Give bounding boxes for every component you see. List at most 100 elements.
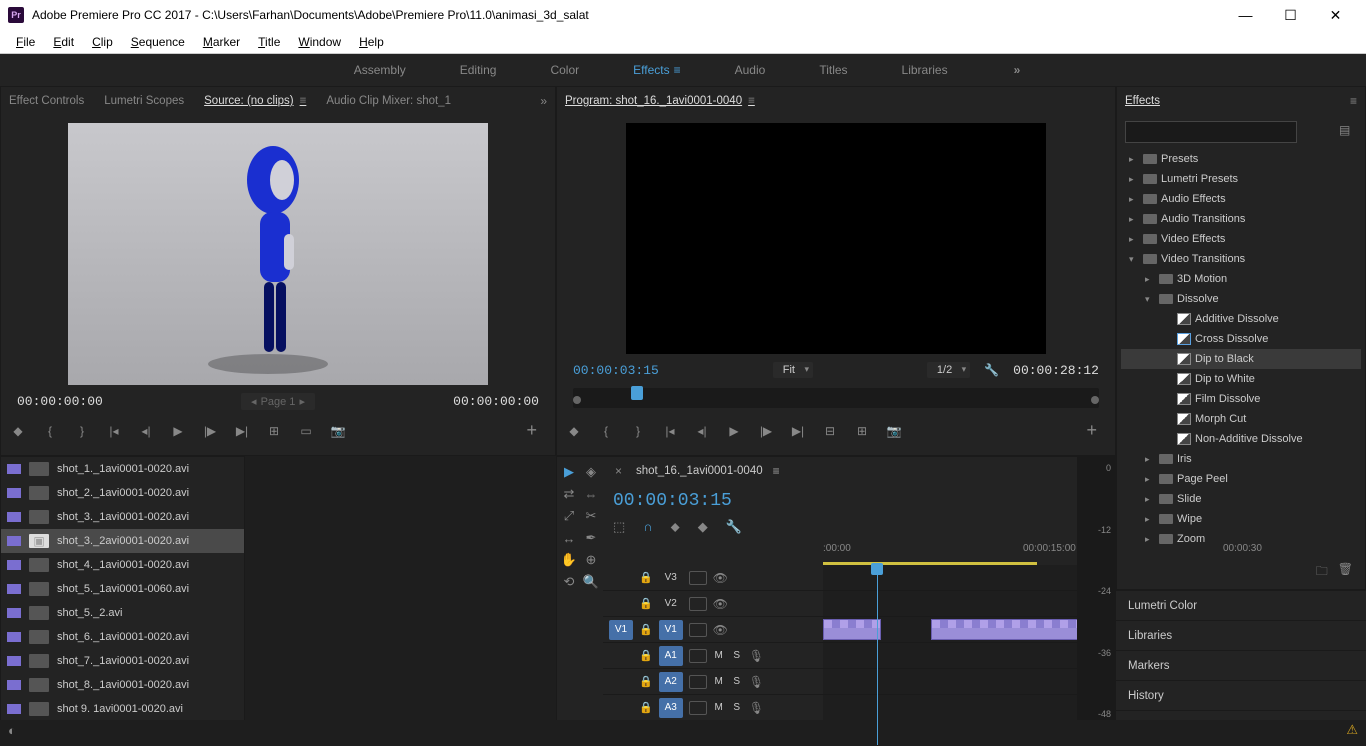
mute-button[interactable]: M — [713, 676, 725, 687]
mute-button[interactable]: M — [713, 650, 725, 661]
workspace-color[interactable]: Color — [542, 59, 587, 81]
track-label-a2[interactable]: A2 — [659, 672, 683, 692]
clip-name[interactable]: shot_5._1avi0001-0060.avi — [57, 583, 189, 595]
tree-page-peel[interactable]: Page Peel — [1177, 473, 1228, 485]
clip-name[interactable]: shot_6._1avi0001-0020.avi — [57, 631, 189, 643]
mute-button[interactable]: M — [713, 702, 725, 713]
lock-icon[interactable]: 🔒 — [639, 623, 653, 636]
clip-block[interactable]: fx fx — [931, 619, 1077, 640]
source-add-button[interactable]: + — [526, 420, 537, 441]
step-fwd-icon[interactable]: |▶ — [757, 422, 775, 440]
razor-tool-icon[interactable]: ✂ — [582, 507, 600, 525]
pen-tool-icon[interactable]: ✒ — [582, 529, 600, 547]
eye-icon[interactable]: 👁 — [713, 597, 728, 611]
rate-tool-icon[interactable]: ⤢ — [560, 507, 578, 525]
tab-effects[interactable]: Effects — [1125, 95, 1160, 107]
track-select-tool-icon[interactable]: ◈ — [582, 463, 600, 481]
lock-icon[interactable]: 🔒 — [639, 675, 653, 688]
scrubber-end-handle[interactable] — [1091, 396, 1099, 404]
effects-panel-menu-icon[interactable]: ≡ — [1350, 94, 1357, 108]
add-marker-icon[interactable]: ◆ — [565, 422, 583, 440]
project-bin-list[interactable]: shot_1._1avi0001-0020.avi shot_2._1avi00… — [1, 457, 244, 739]
menu-title[interactable]: Title — [250, 33, 288, 51]
workspace-assembly[interactable]: Assembly — [346, 59, 414, 81]
track-content[interactable] — [823, 669, 1077, 694]
menu-window[interactable]: Window — [290, 33, 349, 51]
menu-file[interactable]: File — [8, 33, 43, 51]
tab-source[interactable]: Source: (no clips)≡ — [204, 95, 306, 107]
tab-program[interactable]: Program: shot_16._1avi0001-0040≡ — [565, 95, 755, 107]
mark-out-icon[interactable]: } — [629, 422, 647, 440]
track-label-v1[interactable]: V1 — [659, 620, 683, 640]
tree-video-effects[interactable]: Video Effects — [1161, 233, 1225, 245]
tree-zoom[interactable]: Zoom — [1177, 533, 1205, 545]
clip-name[interactable]: shot 9. 1avi0001-0020.avi — [57, 703, 183, 715]
solo-button[interactable]: S — [731, 702, 743, 713]
program-resolution-dropdown[interactable]: 1/2 — [927, 362, 970, 378]
minimize-button[interactable]: — — [1223, 0, 1268, 30]
new-bin-icon[interactable]: 🗀 — [1316, 562, 1328, 583]
sequence-name[interactable]: shot_16._1avi0001-0040 — [636, 465, 763, 477]
clip-name[interactable]: shot_4._1avi0001-0020.avi — [57, 559, 189, 571]
panel-libraries[interactable]: Libraries — [1116, 620, 1366, 650]
delete-icon[interactable]: 🗑 — [1338, 562, 1353, 583]
lock-icon[interactable]: 🔒 — [639, 571, 653, 584]
maximize-button[interactable]: ☐ — [1268, 0, 1313, 30]
source-page-selector[interactable]: ◂ Page 1 ▸ — [241, 393, 315, 410]
tree-presets[interactable]: Presets — [1161, 153, 1198, 165]
warning-icon[interactable]: ⚠ — [1346, 722, 1358, 738]
tree-slide[interactable]: Slide — [1177, 493, 1201, 505]
step-back-icon[interactable]: ◂| — [137, 422, 155, 440]
tree-audio-transitions[interactable]: Audio Transitions — [1161, 213, 1245, 225]
lock-icon[interactable]: 🔒 — [639, 649, 653, 662]
tree-audio-effects[interactable]: Audio Effects — [1161, 193, 1226, 205]
step-fwd-icon[interactable]: |▶ — [201, 422, 219, 440]
workspace-effects[interactable]: Effects≡ — [625, 59, 688, 81]
track-content[interactable] — [823, 695, 1077, 720]
ripple-tool-icon[interactable]: ⇄ — [560, 485, 578, 503]
workspace-libraries[interactable]: Libraries — [894, 59, 956, 81]
track-label-a3[interactable]: A3 — [659, 698, 683, 718]
effect-dip-to-black[interactable]: Dip to Black — [1195, 353, 1254, 365]
menu-marker[interactable]: Marker — [195, 33, 248, 51]
scrubber-start-handle[interactable] — [573, 396, 581, 404]
program-video-view[interactable] — [626, 123, 1046, 354]
effects-tree[interactable]: ▸Presets ▸Lumetri Presets ▸Audio Effects… — [1117, 149, 1365, 556]
mic-icon[interactable]: 🎙 — [749, 675, 764, 689]
rolling-tool-icon[interactable]: ⇔ — [582, 485, 600, 503]
tree-iris[interactable]: Iris — [1177, 453, 1192, 465]
effect-film-dissolve[interactable]: Film Dissolve — [1195, 393, 1260, 405]
status-sync-icon[interactable]: ◐ — [8, 723, 16, 738]
tree-3d-motion[interactable]: 3D Motion — [1177, 273, 1227, 285]
track-toggle[interactable] — [689, 675, 707, 689]
workspace-audio[interactable]: Audio — [727, 59, 774, 81]
overwrite-icon[interactable]: ▭ — [297, 422, 315, 440]
track-toggle[interactable] — [689, 649, 707, 663]
clip-name[interactable]: shot_1._1avi0001-0020.avi — [57, 463, 189, 475]
settings-wrench-icon[interactable]: 🔧 — [984, 363, 999, 377]
close-button[interactable]: ✕ — [1313, 0, 1358, 30]
mark-in-icon[interactable]: { — [597, 422, 615, 440]
panel-markers[interactable]: Markers — [1116, 650, 1366, 680]
export-frame-icon[interactable]: 📷 — [329, 422, 347, 440]
mic-icon[interactable]: 🎙 — [749, 649, 764, 663]
extract-icon[interactable]: ⊞ — [853, 422, 871, 440]
effect-cross-dissolve[interactable]: Cross Dissolve — [1195, 333, 1268, 345]
track-label-a1[interactable]: A1 — [659, 646, 683, 666]
lock-icon[interactable]: 🔒 — [639, 701, 653, 714]
menu-edit[interactable]: Edit — [45, 33, 82, 51]
tab-effect-controls[interactable]: Effect Controls — [9, 95, 84, 107]
clip-name[interactable]: shot_3._2avi0001-0020.avi — [57, 535, 189, 547]
lift-icon[interactable]: ⊟ — [821, 422, 839, 440]
playhead-icon[interactable] — [631, 386, 643, 400]
export-frame-icon[interactable]: 📷 — [885, 422, 903, 440]
workspace-overflow[interactable]: » — [1014, 63, 1021, 77]
tree-video-transitions[interactable]: Video Transitions — [1161, 253, 1245, 265]
program-add-button[interactable]: + — [1086, 420, 1097, 441]
track-content[interactable]: fx fx — [823, 617, 1077, 642]
timeline-menu-icon[interactable]: ≡ — [773, 464, 780, 478]
close-sequence-icon[interactable]: × — [615, 464, 622, 478]
zoom-tool-icon[interactable]: ⊕ — [582, 551, 600, 569]
program-fit-dropdown[interactable]: Fit — [773, 362, 813, 378]
effect-additive-dissolve[interactable]: Additive Dissolve — [1195, 313, 1279, 325]
